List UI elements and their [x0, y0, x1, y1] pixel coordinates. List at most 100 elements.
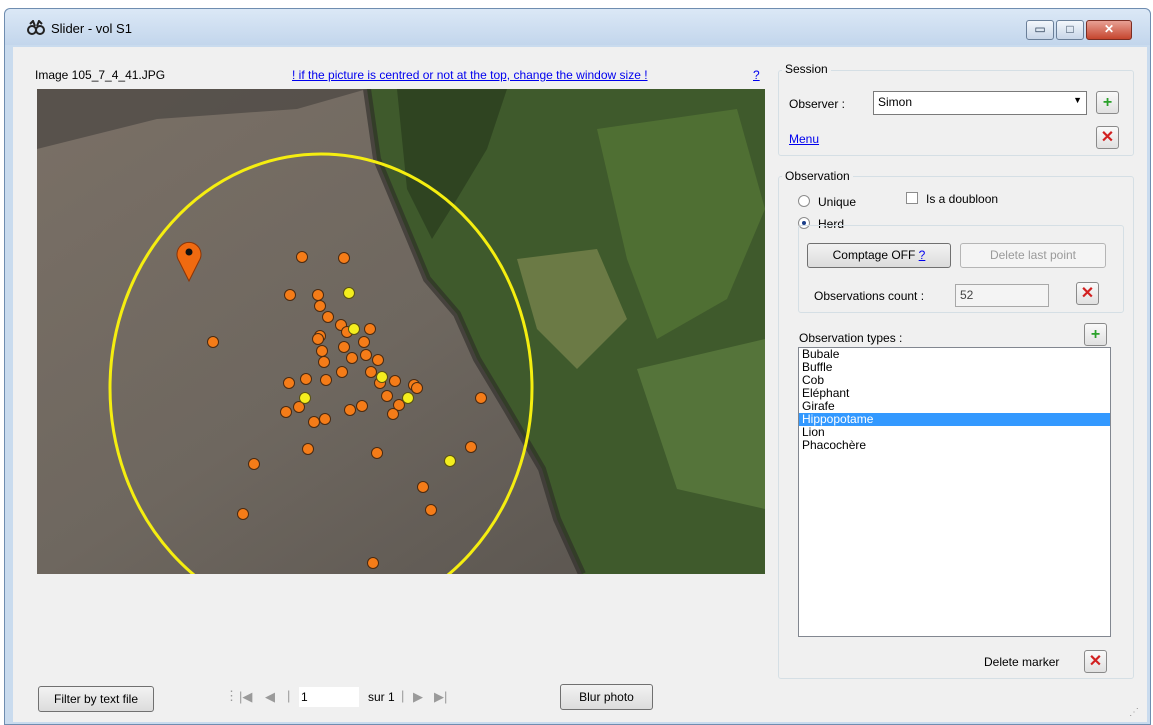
- page-number-input[interactable]: [299, 687, 359, 707]
- animal-marker[interactable]: [387, 408, 399, 420]
- separator: |: [401, 688, 405, 703]
- animal-marker[interactable]: [296, 251, 308, 263]
- animal-marker-highlighted[interactable]: [376, 371, 388, 383]
- animal-marker[interactable]: [308, 416, 320, 428]
- list-item[interactable]: Phacochère: [799, 439, 1110, 452]
- animal-marker[interactable]: [336, 366, 348, 378]
- unique-radio[interactable]: [798, 195, 810, 207]
- comptage-button[interactable]: Comptage OFF ?: [807, 243, 951, 268]
- next-page-icon[interactable]: ▶: [413, 689, 423, 705]
- observations-count-field: 52: [955, 284, 1049, 307]
- delete-session-button[interactable]: ✕: [1096, 126, 1119, 149]
- doubloon-label: Is a doubloon: [926, 192, 999, 206]
- resize-grip-icon[interactable]: ⋰: [1129, 707, 1139, 718]
- maximize-button[interactable]: □: [1056, 20, 1084, 40]
- close-button[interactable]: ✕: [1086, 20, 1132, 40]
- animal-marker[interactable]: [284, 289, 296, 301]
- animal-marker[interactable]: [318, 356, 330, 368]
- animal-marker[interactable]: [207, 336, 219, 348]
- animal-marker[interactable]: [302, 443, 314, 455]
- resize-hint-link[interactable]: ! if the picture is centred or not at th…: [292, 68, 648, 82]
- list-item[interactable]: Bubale: [799, 348, 1110, 361]
- minimize-button[interactable]: ▭: [1026, 20, 1054, 40]
- animal-marker[interactable]: [465, 441, 477, 453]
- animal-marker[interactable]: [338, 252, 350, 264]
- animal-marker[interactable]: [364, 323, 376, 335]
- client-area: Image 105_7_4_41.JPG ! if the picture is…: [13, 47, 1147, 722]
- delete-last-point-button[interactable]: Delete last point: [960, 243, 1106, 268]
- animal-marker-highlighted[interactable]: [348, 323, 360, 335]
- doubloon-checkbox[interactable]: [906, 192, 918, 204]
- aerial-photo[interactable]: [37, 89, 765, 574]
- maximize-icon: □: [1066, 22, 1074, 36]
- animal-marker[interactable]: [371, 447, 383, 459]
- animal-marker-highlighted[interactable]: [444, 455, 456, 467]
- plus-icon: +: [1090, 326, 1101, 343]
- first-page-icon[interactable]: |◀: [239, 689, 252, 705]
- reset-count-button[interactable]: ✕: [1076, 282, 1099, 305]
- add-observer-button[interactable]: +: [1096, 91, 1119, 114]
- animal-marker-highlighted[interactable]: [343, 287, 355, 299]
- title-bar[interactable]: Slider - vol S1 ▭ □ ✕: [5, 9, 1150, 45]
- blur-photo-button[interactable]: Blur photo: [560, 684, 653, 710]
- separator: |: [287, 688, 291, 703]
- grip-icon: ⋮: [225, 688, 238, 703]
- animal-marker[interactable]: [381, 390, 393, 402]
- animal-marker[interactable]: [316, 345, 328, 357]
- location-pin-icon[interactable]: [176, 241, 202, 283]
- help-link[interactable]: ?: [753, 68, 760, 82]
- comptage-label: Comptage OFF: [832, 248, 916, 262]
- animal-marker[interactable]: [356, 400, 368, 412]
- animal-marker[interactable]: [320, 374, 332, 386]
- last-page-icon[interactable]: ▶|: [434, 689, 447, 705]
- animal-marker[interactable]: [367, 557, 379, 569]
- animal-marker[interactable]: [360, 349, 372, 361]
- delete-icon: ✕: [1080, 285, 1095, 302]
- animal-marker[interactable]: [283, 377, 295, 389]
- animal-marker[interactable]: [475, 392, 487, 404]
- delete-marker-button[interactable]: ✕: [1084, 650, 1107, 673]
- animal-marker[interactable]: [280, 406, 292, 418]
- prev-page-icon[interactable]: ◀: [265, 689, 275, 705]
- animal-marker[interactable]: [346, 352, 358, 364]
- animal-marker[interactable]: [312, 333, 324, 345]
- animal-marker[interactable]: [365, 366, 377, 378]
- animal-marker[interactable]: [417, 481, 429, 493]
- observer-dropdown[interactable]: Simon ▼: [873, 91, 1087, 115]
- delete-icon: ✕: [1100, 129, 1115, 146]
- list-item[interactable]: Eléphant: [799, 387, 1110, 400]
- animal-marker[interactable]: [425, 504, 437, 516]
- animal-marker-highlighted[interactable]: [402, 392, 414, 404]
- filter-by-text-file-button[interactable]: Filter by text file: [38, 686, 154, 712]
- animal-marker[interactable]: [372, 354, 384, 366]
- observer-value: Simon: [878, 95, 913, 109]
- animal-marker[interactable]: [314, 300, 326, 312]
- comptage-help-link[interactable]: ?: [919, 248, 926, 262]
- delete-marker-label: Delete marker: [984, 655, 1060, 669]
- animal-marker[interactable]: [237, 508, 249, 520]
- animal-marker[interactable]: [358, 336, 370, 348]
- animal-marker[interactable]: [338, 341, 350, 353]
- location-pin-dot: [185, 248, 193, 256]
- filter-label: Filter by text file: [53, 692, 139, 706]
- animal-marker[interactable]: [322, 311, 334, 323]
- animal-marker[interactable]: [344, 404, 356, 416]
- observations-count-value: 52: [960, 288, 974, 302]
- animal-marker[interactable]: [319, 413, 331, 425]
- observations-count-label: Observations count :: [814, 289, 925, 303]
- list-item[interactable]: Buffle: [799, 361, 1110, 374]
- menu-link[interactable]: Menu: [789, 132, 819, 146]
- animal-marker[interactable]: [312, 289, 324, 301]
- delete-last-point-label: Delete last point: [989, 248, 1077, 262]
- animal-marker[interactable]: [411, 382, 423, 394]
- observation-title: Observation: [782, 169, 853, 183]
- animal-marker[interactable]: [389, 375, 401, 387]
- animal-marker[interactable]: [300, 373, 312, 385]
- add-type-button[interactable]: +: [1084, 323, 1107, 346]
- app-window: Slider - vol S1 ▭ □ ✕ Image 105_7_4_41.J…: [4, 8, 1151, 725]
- marker-overlay[interactable]: [37, 89, 765, 574]
- animal-marker[interactable]: [248, 458, 260, 470]
- animal-marker-highlighted[interactable]: [299, 392, 311, 404]
- observation-types-list[interactable]: Bubale Buffle Cob Eléphant Girafe Hippopotame…: [798, 347, 1111, 637]
- list-item[interactable]: Hippopotame: [799, 413, 1110, 426]
